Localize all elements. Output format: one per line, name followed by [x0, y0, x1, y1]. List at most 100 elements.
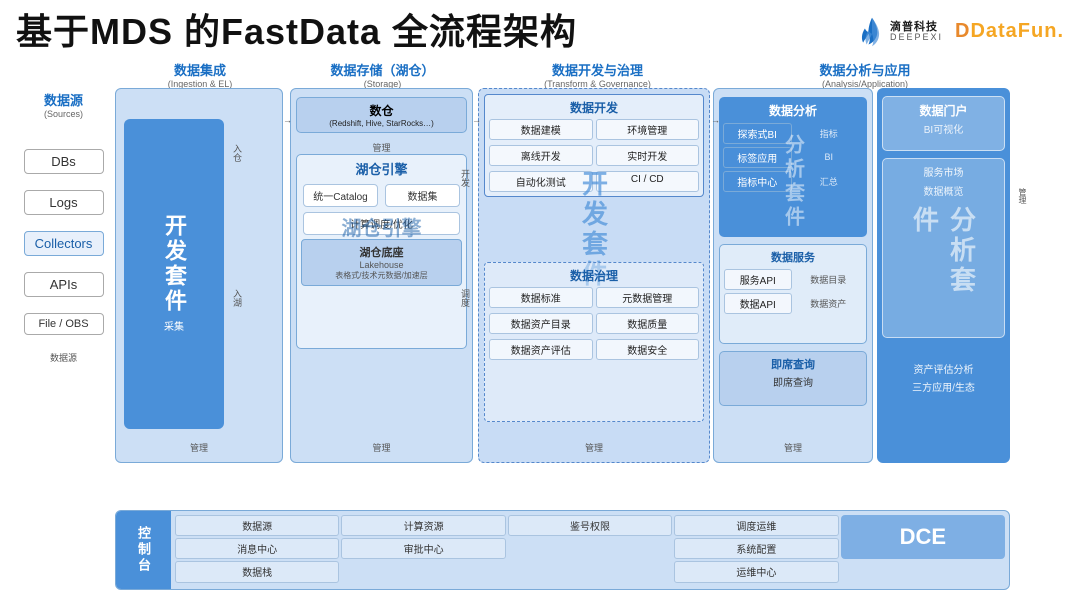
tag-app: 标签应用	[723, 147, 792, 168]
ingestion-kit-sub: 采集	[164, 318, 184, 333]
cicd-box: CI / CD	[596, 171, 700, 192]
datasource-label: 数据源	[16, 351, 111, 364]
bi-label: BI	[795, 147, 864, 168]
query-title: 即席查询	[720, 352, 866, 372]
dce-grid: 数据源 计算资源 鉴号权限 调度运维 DCE 消息中心 审批中心 系统配置 数据…	[171, 511, 1009, 589]
app-kit-label: 分析套件	[907, 206, 981, 306]
asset-catalog-box: 数据资产目录	[489, 313, 593, 334]
service-api: 服务API	[724, 269, 792, 290]
dce-empty4	[841, 561, 1005, 582]
data-api: 数据API	[724, 293, 792, 314]
storage-manage-label: 管理	[291, 141, 472, 154]
dce-compute: 计算资源	[341, 515, 505, 536]
analysis-mid-box: 数据服务 服务API 数据目录 数据API 数据资产	[719, 244, 867, 344]
data-meta-label: 数据目录	[795, 269, 863, 290]
meta-mgmt-box: 元数据管理	[596, 287, 700, 308]
arrow-manage-1: →	[283, 115, 292, 125]
dev-label: 开发	[459, 169, 472, 187]
analysis-title: 数据分析	[719, 97, 867, 119]
dev-inner-box: 数据开发 数据建模 环境管理 离线开发 实时开发 自动化测试 CI / CD	[484, 94, 704, 197]
ingestion-manage-label: 管理	[116, 441, 282, 454]
app-manage-label: 管理	[1017, 188, 1028, 204]
lake-engine-box: 湖仓引擎 湖仓引擎 统一Catalog 数据集 计算调度/优化 湖仓底座 Lak…	[296, 154, 467, 349]
source-collectors: Collectors	[24, 231, 104, 256]
arrow-analysis: →	[711, 115, 720, 125]
dce-message: 消息中心	[175, 538, 339, 559]
dce-empty1	[508, 538, 672, 559]
offline-box: 离线开发	[489, 145, 593, 166]
source-file-obs: File / OBS	[24, 313, 104, 335]
lake-engine-title: 湖仓引擎	[301, 159, 462, 178]
arrow-develop: →	[472, 115, 481, 125]
data-service-label: 数据服务	[720, 245, 866, 265]
main-title: 基于MDS 的FastData 全流程架构	[16, 12, 577, 52]
analysis-grid1: 探索式BI 指标 标签应用 BI 指标中心 汇总	[719, 119, 867, 196]
standard-box: 数据标准	[489, 287, 593, 308]
source-apis: APIs	[24, 272, 104, 297]
dce-datasource: 数据源	[175, 515, 339, 536]
app-kit-big: 分析套件	[883, 206, 1004, 306]
gov-grid: 数据标准 元数据管理 数据资产目录 数据质量 数据资产评估 数据安全	[489, 287, 699, 360]
metrics-center: 指标中心	[723, 171, 792, 192]
transform-dev-header: 数据开发 数据建模 环境管理 离线开发 实时开发 自动化测试 CI / CD	[484, 94, 704, 197]
sources-header: 数据源 (Sources)	[16, 90, 111, 119]
logos: 滴普科技 DEEPEXI DDataFun.	[858, 16, 1064, 48]
header: 基于MDS 的FastData 全流程架构 滴普科技 DEEPEXI DData…	[16, 12, 1064, 52]
transform-manage-label: 管理	[479, 441, 709, 454]
logo-deepexi: 滴普科技 DEEPEXI	[858, 16, 943, 48]
transform-col-header: 数据开发与治理 (Transform & Governance)	[480, 60, 715, 89]
box-ingestion: 开发套件 采集 入仓 入湖 管理	[115, 88, 283, 463]
box-dce: 控制台 数据源 计算资源 鉴号权限 调度运维 DCE 消息中心 审批中心 系统配…	[115, 510, 1010, 590]
app-bi-vis: BI可视化	[883, 121, 1004, 136]
asset-eval-box: 数据资产评估	[489, 339, 593, 360]
dce-empty2	[341, 561, 505, 582]
analysis-col-header: 数据分析与应用 (Analysis/Application)	[715, 60, 1015, 89]
dev-grid: 数据建模 环境管理 离线开发 实时开发 自动化测试 CI / CD	[489, 119, 699, 192]
dce-auth: 鉴号权限	[508, 515, 672, 536]
sources-column: 数据源 (Sources) DBs Logs Collectors APIs F…	[16, 60, 111, 590]
analysis-bot-box: 即席查询 即席查询	[719, 351, 867, 406]
app-portal-title: 数据门户	[883, 97, 1004, 119]
analysis-manage-label: 管理	[714, 441, 872, 454]
box-app: 数据门户 BI可视化 服务市场 数据概览 分析套件 资产评估分析 三方应	[877, 88, 1010, 463]
box-transform: 数据开发 数据建模 环境管理 离线开发 实时开发 自动化测试 CI / CD 开…	[478, 88, 710, 463]
deepexi-sub: DEEPEXI	[890, 33, 943, 42]
app-service-market: 服务市场	[883, 159, 1004, 179]
analysis-top-box: 数据分析 探索式BI 指标 标签应用 BI 指标中心 汇总 分析套件	[719, 97, 867, 237]
autotest-box: 自动化测试	[489, 171, 593, 192]
storage-col-header: 数据存储（湖仓） (Storage)	[285, 60, 480, 89]
arch-wrapper: 数据集成 (Ingestion & EL) 数据存储（湖仓） (Storage)…	[115, 60, 1064, 590]
service-grid: 服务API 数据目录 数据API 数据资产	[720, 265, 866, 318]
storage-warehouse-sub: (Redshift, Hive, StarRocks…)	[301, 119, 462, 128]
gov-title: 数据治理	[489, 267, 699, 284]
sources-col-en: (Sources)	[16, 109, 111, 119]
dce-sys-config: 系统配置	[674, 538, 838, 559]
app-data-overview: 数据概览	[883, 183, 1004, 198]
entry-lake-label: 入湖	[231, 289, 244, 307]
source-dbs: DBs	[24, 149, 104, 174]
metrics-label: 指标	[795, 123, 864, 144]
aggregate-label: 汇总	[795, 171, 864, 192]
gov-section: 数据治理 数据标准 元数据管理 数据资产目录 数据质量 数据资产评估 数据安全	[484, 262, 704, 422]
app-mid-box: 服务市场 数据概览 分析套件	[882, 158, 1005, 338]
main-area: 数据源 (Sources) DBs Logs Collectors APIs F…	[16, 60, 1064, 590]
quality-box: 数据质量	[596, 313, 700, 334]
env-box: 环境管理	[596, 119, 700, 140]
entry-warehouse-label: 入仓	[231, 144, 244, 162]
storage-warehouse-box: 数仓 (Redshift, Hive, StarRocks…)	[296, 97, 467, 133]
dce-data-stack: 数据栈	[175, 561, 339, 582]
storage-manage-bottom: 管理	[291, 441, 472, 454]
query-label: 即席查询	[720, 374, 866, 389]
dce-schedule: 调度运维	[674, 515, 838, 536]
gov-inner-box: 数据治理 数据标准 元数据管理 数据资产目录 数据质量 数据资产评估 数据安全	[484, 262, 704, 422]
realtime-box: 实时开发	[596, 145, 700, 166]
app-third-party: 三方应用/生态	[882, 379, 1005, 394]
dce-approval: 审批中心	[341, 538, 505, 559]
model-box: 数据建模	[489, 119, 593, 140]
ingestion-col-header: 数据集成 (Ingestion & EL)	[115, 60, 285, 89]
app-asset-analysis: 资产评估分析	[882, 361, 1005, 376]
box-analysis: 数据分析 探索式BI 指标 标签应用 BI 指标中心 汇总 分析套件	[713, 88, 873, 463]
schedule-label: 调度	[459, 289, 472, 307]
storage-warehouse-title: 数仓	[301, 102, 462, 119]
lake-engine-big-label: 湖仓引擎	[297, 185, 466, 268]
